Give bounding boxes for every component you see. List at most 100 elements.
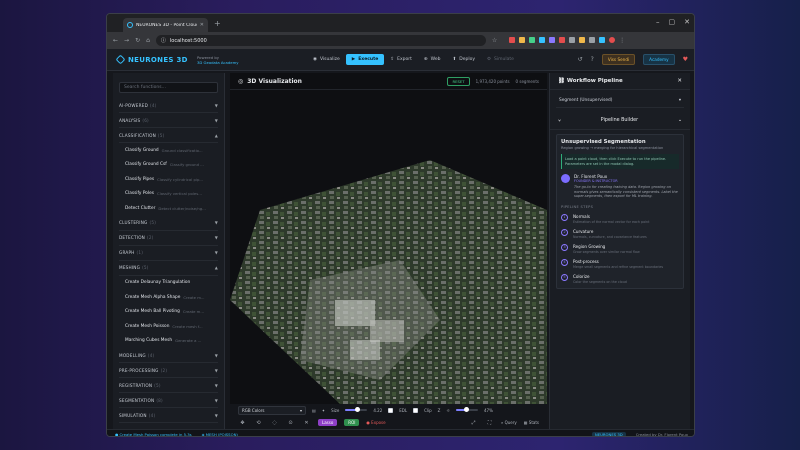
pipeline-builder-toggle[interactable]: ⑂ Pipeline Builder ⌄ bbox=[550, 112, 690, 130]
function-item[interactable]: Create Delaunay Triangulation bbox=[125, 276, 218, 291]
category-clustering[interactable]: CLUSTERING (5) ▼ bbox=[119, 216, 218, 231]
close-window-icon[interactable]: ✕ bbox=[684, 18, 690, 26]
home-icon[interactable]: ⌂ bbox=[146, 37, 150, 44]
category-count: (4) bbox=[150, 102, 157, 108]
extension-icon[interactable] bbox=[569, 37, 576, 43]
url-field[interactable]: ⓘ localhost:5000 bbox=[155, 35, 486, 46]
nav-simulate[interactable]: ⚙ Simulate bbox=[481, 54, 520, 65]
slider-knob[interactable] bbox=[354, 407, 360, 412]
segment-count: 0 segments bbox=[515, 78, 539, 84]
chevron-down-icon: ▼ bbox=[214, 102, 218, 108]
extension-icon[interactable] bbox=[579, 37, 586, 43]
academy-link[interactable]: 3D Geodata Academy bbox=[197, 60, 307, 65]
category-classification[interactable]: CLASSIFICATION (5) ▲ bbox=[119, 128, 218, 143]
back-icon[interactable]: ← bbox=[113, 37, 118, 44]
segment-mode-select[interactable]: Segment (Unsupervised) ▾ bbox=[556, 94, 684, 108]
pipeline-step[interactable]: 1 Normals Estimation of the normal vector … bbox=[561, 213, 679, 224]
extension-icon[interactable] bbox=[519, 37, 526, 43]
target-icon[interactable]: ⊙ bbox=[286, 419, 295, 427]
clip-checkbox[interactable] bbox=[413, 407, 419, 413]
category-ai-powered[interactable]: AI-POWERED (4) ▼ bbox=[119, 98, 218, 113]
site-info-icon[interactable]: ⓘ bbox=[161, 37, 166, 44]
point-cloud-canvas[interactable] bbox=[230, 90, 547, 404]
category-name: SIMULATION bbox=[119, 412, 147, 418]
function-item[interactable]: Classify Pipes Classify cylindrical pip..… bbox=[125, 172, 218, 187]
category-detection[interactable]: DETECTION (2) ▼ bbox=[119, 231, 218, 246]
academy-button[interactable]: Academy bbox=[643, 54, 675, 65]
category-modelling[interactable]: MODELLING (4) ▼ bbox=[119, 348, 218, 363]
function-item[interactable]: Classify Poles Classify vertical poles... bbox=[125, 187, 218, 202]
pipeline-step[interactable]: 2 Curvature Normals, curvature, and covari… bbox=[561, 228, 679, 239]
extension-icon[interactable] bbox=[559, 37, 566, 43]
category-meshing[interactable]: MESHING (5) ▲ bbox=[119, 261, 218, 276]
pipeline-step[interactable]: 3 Region Growing Grow segments over simila… bbox=[561, 243, 679, 254]
nav-visualize[interactable]: ◉ Visualize bbox=[307, 54, 346, 65]
nav-web[interactable]: ⊕ Web bbox=[418, 54, 447, 65]
extension-icon[interactable] bbox=[509, 37, 516, 43]
extension-icon[interactable] bbox=[589, 37, 596, 43]
maximize-icon[interactable]: ▢ bbox=[669, 18, 676, 26]
new-tab-icon[interactable]: + bbox=[214, 19, 221, 28]
rotate-icon[interactable]: ⟲ bbox=[254, 419, 263, 427]
slider-knob[interactable] bbox=[463, 407, 469, 412]
orbit-icon[interactable]: ◌ bbox=[270, 419, 279, 427]
category-graph[interactable]: GRAPH (1) ▼ bbox=[119, 246, 218, 261]
function-item[interactable]: Classify Ground Ground classificatio... bbox=[125, 143, 218, 158]
reload-icon[interactable]: ↻ bbox=[135, 37, 140, 44]
reset-view-button[interactable]: RESET bbox=[447, 76, 470, 86]
point-size-slider[interactable] bbox=[345, 407, 368, 412]
close-icon[interactable]: ✕ bbox=[677, 78, 682, 84]
status-brand-badge: NEURONES 3D bbox=[591, 431, 626, 436]
fit-view-icon[interactable]: ⤢ bbox=[469, 419, 478, 427]
undo-icon[interactable]: ↺ bbox=[578, 56, 583, 63]
pan-icon[interactable]: ✥ bbox=[238, 419, 247, 427]
roi-button[interactable]: ROI bbox=[344, 419, 360, 426]
browser-tab[interactable]: NEURONES 3D - Point Cloud P ✕ bbox=[123, 18, 208, 32]
function-item[interactable]: Create Mesh Ball Pivoting Create m... bbox=[125, 305, 218, 320]
fx-icon[interactable]: ✦ bbox=[322, 408, 325, 413]
edl-checkbox[interactable] bbox=[388, 407, 394, 413]
category-count: (5) bbox=[154, 382, 161, 388]
brand-logo[interactable]: NEURONES 3D bbox=[115, 54, 197, 65]
forward-icon[interactable]: → bbox=[124, 37, 129, 44]
extension-icon[interactable] bbox=[529, 37, 536, 43]
opacity-slider[interactable] bbox=[456, 407, 479, 412]
profile-avatar[interactable] bbox=[609, 37, 616, 43]
function-item[interactable]: Classify Ground Csf Classify ground ... bbox=[125, 158, 218, 173]
function-search-input[interactable]: Search functions... bbox=[119, 82, 218, 93]
color-mode-select[interactable]: RGB Colors ▾ bbox=[238, 405, 306, 415]
video-tours-button[interactable]: Viss Sendi bbox=[601, 54, 636, 65]
pipeline-step[interactable]: 5 Colorize Color the segments on the cloud bbox=[561, 273, 679, 284]
extension-icon[interactable] bbox=[539, 37, 546, 43]
expose-button[interactable]: ● Expose bbox=[366, 420, 385, 425]
category-registration[interactable]: REGISTRATION (5) ▼ bbox=[119, 378, 218, 393]
minimize-icon[interactable]: – bbox=[656, 18, 660, 26]
nav-deploy[interactable]: ⬆ Deploy bbox=[446, 54, 481, 65]
layers-icon[interactable]: ▤ bbox=[312, 408, 316, 413]
stats-button[interactable]: ▦ Stats bbox=[524, 420, 539, 425]
clear-icon[interactable]: ✕ bbox=[302, 419, 311, 427]
category-preprocessing[interactable]: PRE-PROCESSING (2) ▼ bbox=[119, 363, 218, 378]
category-segmentation[interactable]: SEGMENTATION (8) ▼ bbox=[119, 393, 218, 408]
bookmark-star-icon[interactable]: ☆ bbox=[492, 37, 497, 44]
heart-icon[interactable]: ♥ bbox=[683, 56, 688, 63]
help-icon[interactable]: ? bbox=[591, 56, 594, 63]
extension-icon[interactable] bbox=[549, 37, 556, 43]
nav-execute[interactable]: ▶ Execute bbox=[345, 54, 385, 65]
menu-dots-icon[interactable]: ⋮ bbox=[619, 37, 625, 44]
fullscreen-icon[interactable]: ⛶ bbox=[485, 419, 494, 427]
category-simulation[interactable]: SIMULATION (4) ▼ bbox=[119, 408, 218, 423]
extension-icon[interactable] bbox=[599, 37, 606, 43]
lasso-button[interactable]: Lasso bbox=[318, 419, 338, 426]
function-item[interactable]: Create Mesh Alpha Shape Create m... bbox=[125, 290, 218, 305]
query-button[interactable]: ⌕ Query bbox=[501, 420, 517, 425]
browser-tab-bar: NEURONES 3D - Point Cloud P ✕ + – ▢ ✕ bbox=[107, 14, 694, 32]
category-analysis[interactable]: ANALYSIS (6) ▼ bbox=[119, 113, 218, 128]
pipeline-step[interactable]: 4 Post-process Merge small segments and re… bbox=[561, 258, 679, 269]
function-item[interactable]: Detect Clutter Detect clutter/noise/ng... bbox=[125, 201, 218, 216]
function-item[interactable]: Marching Cubes Mesh Generate a ... bbox=[125, 334, 218, 349]
close-tab-icon[interactable]: ✕ bbox=[200, 22, 204, 28]
function-item[interactable]: Create Mesh Poisson Create mesh f... bbox=[125, 319, 218, 334]
extensions-bar: ⋮ bbox=[509, 37, 625, 44]
nav-export[interactable]: ⇪ Export bbox=[384, 54, 418, 65]
